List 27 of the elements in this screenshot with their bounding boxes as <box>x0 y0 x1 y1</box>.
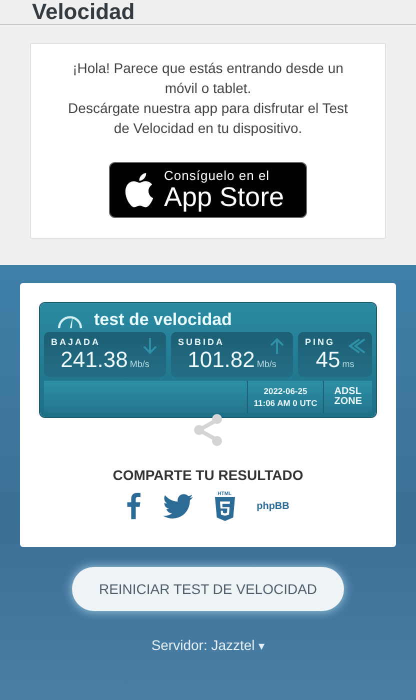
metric-value: 45 <box>316 347 340 373</box>
metric-unit: Mb/s <box>130 359 150 369</box>
bird-icon[interactable] <box>162 494 193 518</box>
apple-icon <box>124 172 154 208</box>
metric-label: BAJADA <box>51 337 102 347</box>
adsl-zone-logo: ADSL ZONE <box>323 381 372 413</box>
share-title: COMPARTE TU RESULTADO <box>112 467 304 483</box>
facebook-icon[interactable] <box>126 492 141 520</box>
shield-five-icon[interactable] <box>214 497 235 521</box>
promo-message: ¡Hola! Parece que estás entrando desde un móvil o tablet. <box>72 59 344 98</box>
metric-value: 101.82 <box>188 347 255 373</box>
result-date: 2022-06-25 <box>264 385 308 397</box>
metric-label: PING <box>305 337 336 347</box>
chevrons-icon <box>346 336 366 356</box>
page-title: Velocidad <box>32 0 136 24</box>
server-selector[interactable]: Servidor: Jazztel ▾ <box>151 637 265 653</box>
result-time: 11:06 AM 0 UTC <box>254 397 318 409</box>
metric-unit: Mb/s <box>256 359 276 369</box>
panel-title: test de velocidad <box>94 310 232 330</box>
promo-message: Descárgate nuestra app para disfrutar el Test de Velocidad en tu dispositivo. <box>68 99 348 138</box>
app-store-badge[interactable]: Consíguelo en el App Store <box>109 162 307 218</box>
restart-button[interactable]: REINICIAR TEST DE VELOCIDAD <box>72 567 344 611</box>
share-icon[interactable] <box>191 413 225 447</box>
phpbb-link[interactable]: phpBB <box>256 500 290 512</box>
metric-unit: ms <box>342 359 354 369</box>
metric-value: 241.38 <box>60 347 128 373</box>
metric-label: SUBIDA <box>178 337 226 347</box>
